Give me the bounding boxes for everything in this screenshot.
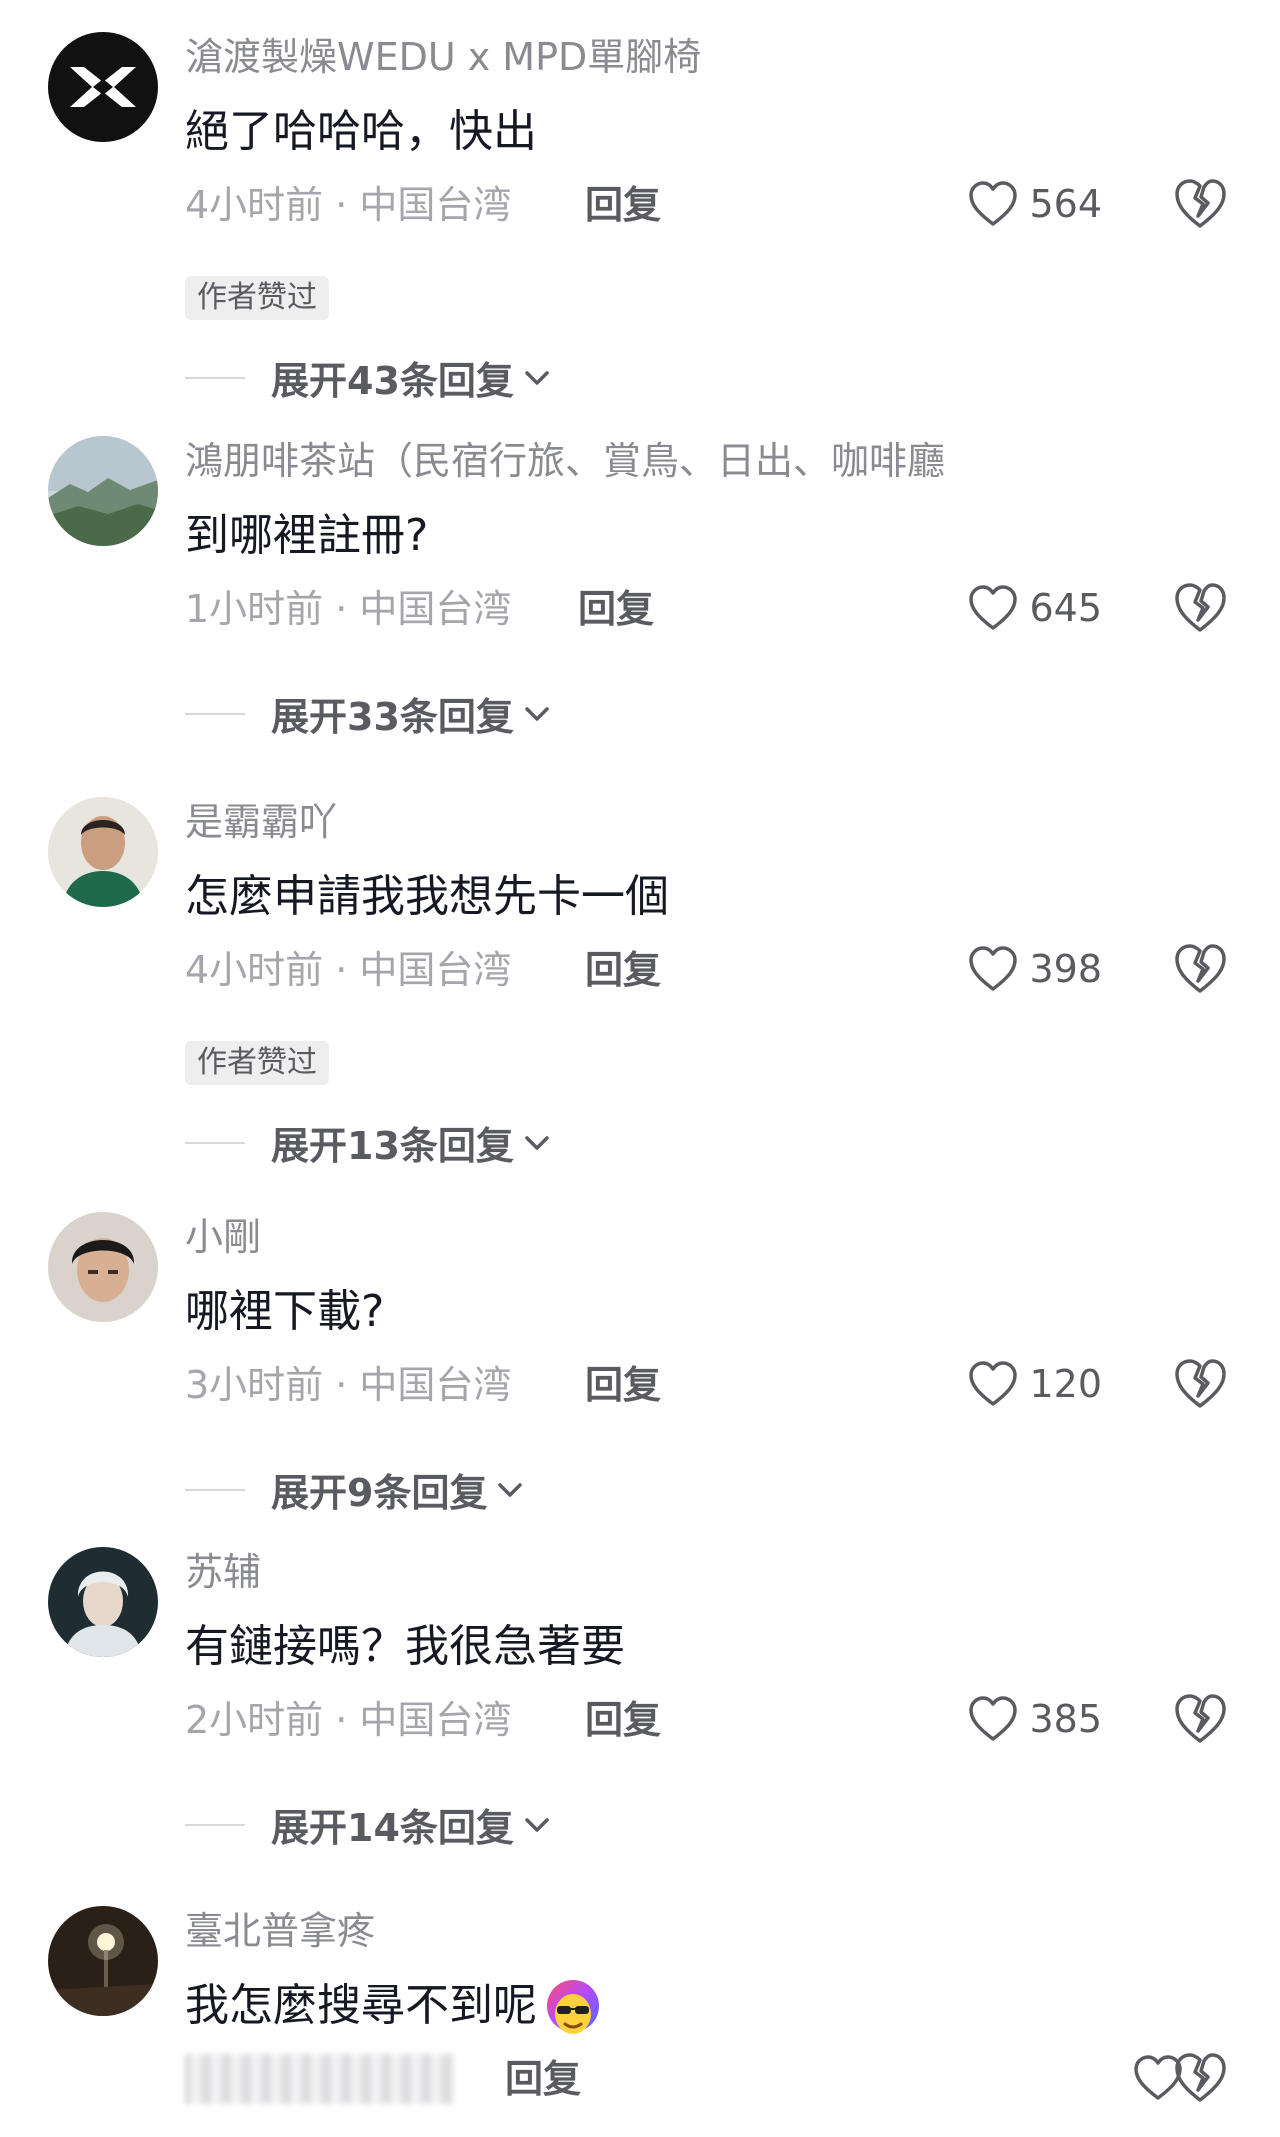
expand-replies-label: 展开14条回复 — [271, 1806, 514, 1850]
chevron-down-icon — [525, 1817, 549, 1832]
expand-replies-button[interactable]: 展开9条回复 — [185, 1462, 525, 1517]
comment-meta: 4小时前 · 中国台湾 — [185, 183, 512, 227]
broken-heart-icon — [1175, 583, 1226, 632]
person-avatar — [48, 1547, 158, 1657]
like-button[interactable]: 398 — [967, 939, 1102, 999]
avatar[interactable] — [48, 797, 158, 907]
broken-heart-icon — [1175, 1694, 1226, 1743]
person-avatar — [48, 1212, 158, 1322]
heart-outline-icon — [969, 946, 1018, 991]
like-button[interactable]: 385 — [967, 1689, 1102, 1749]
expand-replies-label: 展开43条回复 — [271, 359, 514, 403]
expand-replies-label: 展开33条回复 — [271, 695, 514, 739]
chevron-down-icon — [525, 1135, 549, 1150]
comment-username[interactable]: 是霸霸吖 — [185, 797, 337, 847]
divider-line — [185, 712, 245, 715]
divider-line — [185, 1488, 245, 1491]
reply-button[interactable]: 回复 — [585, 945, 661, 995]
comment-username[interactable]: 滄渡製燥WEDU x MPD單腳椅 — [185, 32, 701, 82]
comment-text: 有鏈接嗎？我很急著要 — [185, 1621, 625, 1672]
chevron-down-icon — [525, 706, 549, 721]
dislike-button[interactable] — [1172, 176, 1228, 232]
reply-button[interactable]: 回复 — [585, 1360, 661, 1410]
heart-outline-icon — [969, 181, 1018, 226]
chevron-down-icon — [498, 1482, 523, 1497]
comment-text: 哪裡下載? — [185, 1286, 385, 1337]
comment-list: 滄渡製燥WEDU x MPD單腳椅 絕了哈哈哈，快出 4小时前 · 中国台湾 回… — [0, 0, 1280, 2137]
comment-username[interactable]: 苏辅 — [185, 1547, 261, 1597]
comment-text: 我怎麼搜尋不到呢 — [185, 1980, 537, 2031]
comment-username[interactable]: 鴻朋啡茶站（民宿行旅、賞鳥、日出、咖啡廳 — [185, 436, 945, 486]
dislike-button[interactable] — [1172, 1691, 1228, 1747]
dislike-button[interactable] — [1172, 1356, 1228, 1412]
like-count: 385 — [1029, 1697, 1102, 1741]
comment-text: 絕了哈哈哈，快出 — [185, 106, 537, 157]
comment-text: 到哪裡註冊? — [185, 510, 429, 561]
chevron-down-icon — [525, 370, 549, 385]
person-avatar — [48, 797, 158, 907]
reply-button[interactable]: 回复 — [505, 2054, 581, 2104]
broken-heart-icon — [1175, 944, 1226, 993]
broken-heart-icon — [1175, 1359, 1226, 1408]
like-count: 398 — [1029, 947, 1102, 991]
broken-heart-icon — [1175, 2053, 1226, 2102]
author-liked-badge: 作者赞过 — [185, 276, 329, 320]
avatar[interactable] — [48, 1212, 158, 1322]
avatar[interactable] — [48, 436, 158, 546]
expand-replies-label: 展开13条回复 — [271, 1124, 514, 1168]
reply-button[interactable]: 回复 — [585, 1695, 661, 1745]
expand-replies-button[interactable]: 展开33条回复 — [185, 686, 552, 741]
expand-replies-button[interactable]: 展开43条回复 — [185, 350, 552, 405]
divider-line — [185, 1823, 245, 1826]
comment-username[interactable]: 臺北普拿疼 — [185, 1906, 375, 1956]
divider-line — [185, 376, 245, 379]
comment-meta: 1小时前 · 中国台湾 — [185, 587, 512, 631]
comment-meta: 3小时前 · 中国台湾 — [185, 1363, 512, 1407]
redacted-meta — [185, 2054, 455, 2104]
dislike-button[interactable] — [1172, 941, 1228, 997]
reply-button[interactable]: 回复 — [585, 180, 661, 230]
avatar[interactable] — [48, 32, 158, 142]
comment-meta: 2小时前 · 中国台湾 — [185, 1698, 512, 1742]
expand-replies-button[interactable]: 展开14条回复 — [185, 1797, 552, 1852]
divider-line — [185, 1141, 245, 1144]
comment-text: 怎麼申請我我想先卡一個 — [185, 871, 669, 922]
like-count: 564 — [1029, 182, 1102, 226]
mountain-landscape-avatar — [48, 436, 158, 546]
broken-heart-icon — [1175, 179, 1226, 228]
heart-outline-icon — [969, 1696, 1018, 1741]
avatar[interactable] — [48, 1547, 158, 1657]
wedu-logo-icon — [48, 32, 158, 142]
comment-meta: 4小时前 · 中国台湾 — [185, 948, 512, 992]
like-button[interactable]: 564 — [967, 174, 1102, 234]
like-button[interactable]: 120 — [967, 1354, 1102, 1414]
expand-replies-label: 展开9条回复 — [271, 1471, 488, 1515]
reply-button[interactable]: 回复 — [578, 584, 654, 634]
like-count: 120 — [1029, 1362, 1102, 1406]
comment-text-row: 我怎麼搜尋不到呢 — [185, 1976, 605, 2040]
cool-face-emoji — [547, 1980, 599, 2034]
author-liked-badge: 作者赞过 — [185, 1041, 329, 1085]
expand-replies-button[interactable]: 展开13条回复 — [185, 1115, 552, 1170]
like-button[interactable]: 645 — [967, 578, 1102, 638]
like-count: 645 — [1029, 586, 1102, 630]
comment-username[interactable]: 小剛 — [185, 1212, 261, 1262]
dislike-button[interactable] — [1172, 2050, 1228, 2106]
night-scene-avatar — [48, 1906, 158, 2016]
avatar[interactable] — [48, 1906, 158, 2016]
heart-outline-icon — [969, 1361, 1018, 1406]
heart-outline-icon — [969, 585, 1018, 630]
dislike-button[interactable] — [1172, 580, 1228, 636]
